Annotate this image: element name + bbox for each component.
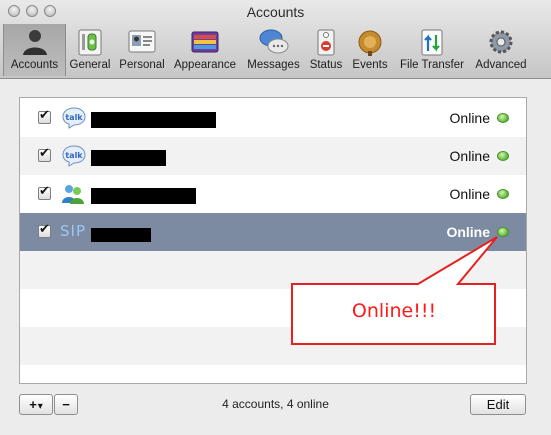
- tab-status[interactable]: Status: [306, 24, 346, 76]
- edit-button[interactable]: Edit: [470, 394, 526, 415]
- account-row[interactable]: talk Online: [20, 99, 526, 137]
- tab-label: Advanced: [475, 59, 527, 71]
- redacted-account-name: [91, 228, 151, 242]
- tab-label: File Transfer: [400, 59, 464, 71]
- sip-service-icon: SIP: [60, 222, 86, 240]
- tab-file-transfer[interactable]: File Transfer: [396, 24, 468, 76]
- appearance-icon: [191, 31, 219, 53]
- tab-label: Status: [309, 59, 343, 71]
- msn-buddies-icon: [62, 185, 84, 204]
- account-status: Online: [449, 186, 490, 202]
- svg-text:talk: talk: [65, 113, 83, 122]
- tab-label: General: [69, 59, 111, 71]
- redacted-account-name: [91, 150, 166, 166]
- online-status-icon: [497, 151, 509, 161]
- status-icon: [317, 29, 335, 56]
- callout-text: Online!!!: [351, 300, 437, 322]
- account-enabled-checkbox[interactable]: [38, 146, 51, 162]
- preferences-toolbar: Accounts General Personal Appearance Mes…: [0, 24, 551, 78]
- account-row[interactable]: talk Online: [20, 137, 526, 175]
- tab-label: Appearance: [173, 59, 237, 71]
- tab-general[interactable]: General: [67, 24, 113, 76]
- online-status-icon: [497, 113, 509, 123]
- account-status: Online: [446, 224, 490, 240]
- tab-messages[interactable]: Messages: [245, 24, 302, 76]
- tab-label: Personal: [119, 59, 165, 71]
- redacted-account-name: [91, 188, 196, 204]
- account-status: Online: [449, 110, 490, 126]
- window-toolbar: Accounts Accounts General Personal Appea…: [0, 0, 551, 79]
- empty-row: [20, 327, 526, 365]
- empty-row: [20, 365, 526, 383]
- empty-row: [20, 251, 526, 289]
- account-enabled-checkbox[interactable]: [38, 108, 51, 124]
- redacted-account-name: [91, 112, 216, 128]
- tab-advanced[interactable]: Advanced: [472, 24, 530, 76]
- account-row[interactable]: Online: [20, 175, 526, 213]
- messages-icon: [259, 29, 288, 54]
- svg-text:talk: talk: [65, 151, 83, 160]
- advanced-icon: [489, 30, 513, 54]
- tab-events[interactable]: Events: [350, 24, 390, 76]
- account-enabled-checkbox[interactable]: [38, 184, 51, 200]
- tab-appearance[interactable]: Appearance: [171, 24, 239, 76]
- window-title: Accounts: [246, 4, 305, 20]
- tab-label: Events: [352, 59, 388, 71]
- events-icon: [358, 30, 382, 56]
- online-status-icon: [497, 189, 509, 199]
- account-enabled-checkbox[interactable]: [38, 222, 51, 238]
- file-transfer-icon: [421, 29, 443, 56]
- tab-label: Accounts: [10, 59, 59, 71]
- accounts-icon: [22, 30, 47, 55]
- general-icon: [78, 29, 102, 56]
- accounts-list[interactable]: talk Online talk Online Online SIP Onlin…: [19, 97, 527, 384]
- tab-label: Messages: [247, 59, 300, 71]
- google-talk-icon: talk: [62, 107, 86, 129]
- account-status: Online: [449, 148, 490, 164]
- google-talk-icon: talk: [62, 145, 86, 167]
- personal-icon: [128, 30, 156, 53]
- account-row-selected[interactable]: SIP Online: [20, 213, 526, 251]
- tab-personal[interactable]: Personal: [116, 24, 168, 76]
- online-status-icon: [497, 227, 509, 237]
- accounts-summary: 4 accounts, 4 online: [222, 397, 329, 411]
- tab-accounts[interactable]: Accounts: [3, 24, 66, 76]
